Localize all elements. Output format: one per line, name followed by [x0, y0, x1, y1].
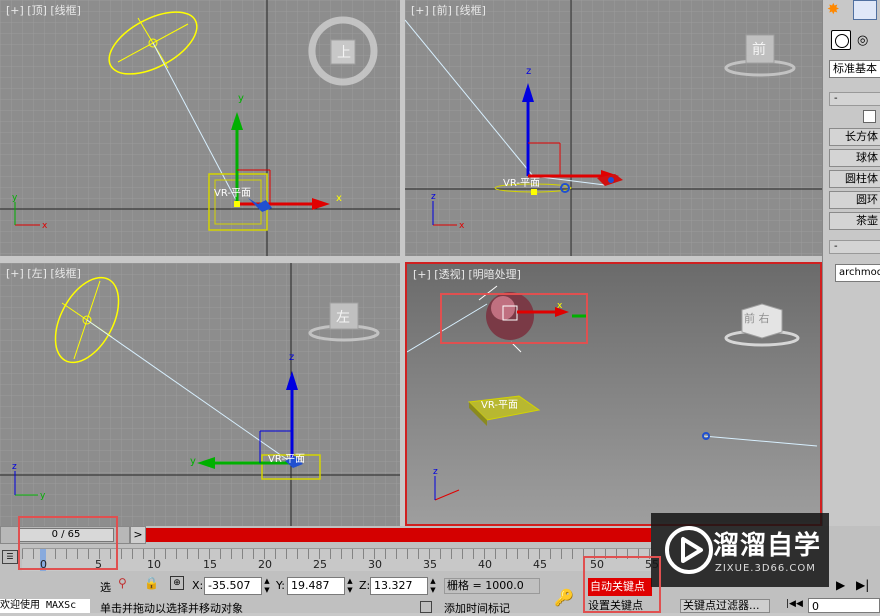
viewport-front[interactable]: z z x [+] [前] [线框] VR-平面 前 — [405, 0, 822, 256]
prompt-line: 单击并拖动以选择并移动对象 — [100, 602, 243, 615]
viewport-top[interactable]: y x x y [+] [顶] [线框] VR-平面 上 — [0, 0, 400, 256]
shapes-category-icon[interactable]: ◎ — [857, 32, 875, 50]
tick-label: 35 — [423, 558, 437, 571]
grid-size-label: 栅格 = 1000.0 — [444, 578, 540, 594]
tick-label: 50 — [590, 558, 604, 571]
svg-text:z: z — [431, 192, 436, 202]
tick-label: 30 — [368, 558, 382, 571]
svg-text:z: z — [433, 467, 438, 477]
vr-plane-label: VR-平面 — [268, 454, 305, 465]
view-cube-face[interactable]: 左 — [336, 307, 350, 327]
set-key-button[interactable]: 设置关键点 — [588, 599, 652, 613]
tick-label: 15 — [203, 558, 217, 571]
x-spinner[interactable]: ▲ ▼ — [262, 577, 272, 595]
absolute-mode-icon[interactable]: ⊕ — [170, 576, 184, 590]
x-label: X: — [192, 579, 204, 592]
rollout-header[interactable]: - — [829, 92, 880, 106]
current-frame-field[interactable]: 0 — [808, 598, 880, 613]
box-button[interactable]: 长方体 — [829, 128, 880, 146]
play-logo-icon — [665, 526, 713, 574]
auto-key-button[interactable]: 自动关键点 — [588, 578, 652, 596]
svg-text:y: y — [12, 193, 18, 203]
key-filters-button[interactable]: 关键点过滤器... — [680, 599, 770, 613]
tick-label: 45 — [533, 558, 547, 571]
prev-frame-button[interactable]: |◀◀ — [786, 599, 803, 609]
tick-label: 20 — [258, 558, 272, 571]
y-coord-field[interactable]: 19.487 — [287, 577, 345, 595]
time-tag-icon[interactable] — [420, 601, 432, 613]
select-label: 选 — [100, 581, 111, 594]
viewport-top-canvas: y x x y — [0, 0, 400, 256]
view-cube-face[interactable]: 前 右 — [744, 310, 770, 326]
z-coord-field[interactable]: 13.327 — [370, 577, 428, 595]
viewport-left-canvas: z y z y — [0, 263, 400, 526]
timeline-red-bar — [146, 528, 651, 542]
z-spinner[interactable]: ▲ ▼ — [428, 577, 438, 595]
key-icon[interactable]: 🔑 — [554, 588, 574, 607]
vr-plane-label: VR-平面 — [214, 188, 251, 199]
svg-text:y: y — [40, 491, 46, 501]
tick-label: 5 — [95, 558, 102, 571]
svg-text:z: z — [12, 462, 17, 472]
tick-label: 10 — [147, 558, 161, 571]
tick-label: 25 — [313, 558, 327, 571]
track-bar-icon[interactable]: ☰ — [2, 550, 18, 564]
view-cube-face[interactable]: 前 — [752, 39, 766, 59]
rollout-header-2[interactable]: - — [829, 240, 880, 254]
watermark-title: 溜溜自学 — [713, 531, 822, 561]
rollout-collapse-label-2: - — [834, 241, 838, 252]
teapot-button[interactable]: 茶壶 — [829, 212, 880, 230]
viewport-perspective-canvas: x z — [407, 285, 818, 501]
vr-plane-label: VR-平面 — [481, 400, 518, 411]
view-cube-face[interactable]: 上 — [337, 42, 351, 62]
object-name-field[interactable]: archmode — [835, 264, 880, 282]
watermark-panel: 溜溜自学 ZIXUE.3D66.COM — [651, 513, 829, 587]
tick-label: 40 — [478, 558, 492, 571]
command-panel: ✸ ◎ 标准基本 - 长方体 球体 圆柱体 圆环 茶壶 - archmode — [822, 0, 880, 526]
maxscript-listener[interactable]: 欢迎使用 MAXSc — [0, 599, 90, 613]
svg-text:x: x — [42, 221, 48, 231]
time-slider-thumb[interactable]: 0 / 65 — [18, 528, 114, 542]
vr-plane-label: VR-平面 — [503, 178, 540, 189]
shapes-tab-icon[interactable] — [853, 0, 877, 20]
svg-text:x: x — [557, 301, 563, 311]
viewport-perspective-label[interactable]: [+] [透视] [明暗处理] — [413, 266, 521, 282]
track-ticks — [22, 549, 652, 559]
y-label: Y: — [276, 579, 285, 592]
selection-lock-icon[interactable]: 🔒 — [144, 576, 159, 590]
viewport-perspective[interactable]: x z [+] [透视] [明暗处理] VR-平面 前 右 — [405, 262, 822, 526]
svg-text:x: x — [459, 221, 465, 231]
next-frame-button[interactable]: > — [130, 526, 146, 544]
rollout-collapse-label: - — [834, 93, 838, 104]
watermark-url: ZIXUE.3D66.COM — [715, 563, 816, 574]
viewport-left-label[interactable]: [+] [左] [线框] — [6, 265, 81, 281]
viewport-front-label[interactable]: [+] [前] [线框] — [411, 2, 486, 18]
svg-text:z: z — [526, 66, 531, 77]
viewport-top-label[interactable]: [+] [顶] [线框] — [6, 2, 81, 18]
svg-text:z: z — [289, 352, 294, 363]
autogrid-checkbox[interactable] — [863, 110, 876, 123]
play-button[interactable]: ▶ — [836, 578, 845, 592]
lock-icon[interactable]: ⚲ — [118, 576, 127, 590]
sphere-button[interactable]: 球体 — [829, 149, 880, 167]
svg-text:y: y — [190, 456, 196, 467]
svg-text:y: y — [238, 93, 244, 104]
track-bar[interactable] — [22, 548, 652, 571]
next-key-button[interactable]: ▶| — [856, 578, 869, 592]
sun-icon[interactable]: ✸ — [827, 0, 847, 18]
object-type-dropdown[interactable]: 标准基本 — [829, 60, 880, 78]
z-label: Z: — [359, 579, 371, 592]
tick-label: 0 — [40, 558, 47, 571]
sphere-category-icon[interactable] — [831, 30, 851, 50]
y-spinner[interactable]: ▲ ▼ — [345, 577, 355, 595]
add-time-tag-button[interactable]: 添加时间标记 — [444, 600, 510, 616]
svg-text:x: x — [336, 193, 342, 204]
viewport-left[interactable]: z y z y [+] [左] [线框] VR-平面 左 — [0, 263, 400, 526]
cylinder-button[interactable]: 圆柱体 — [829, 170, 880, 188]
torus-button[interactable]: 圆环 — [829, 191, 880, 209]
frame-counter: 0 / 65 — [51, 529, 81, 540]
x-coord-field[interactable]: -35.507 — [204, 577, 262, 595]
